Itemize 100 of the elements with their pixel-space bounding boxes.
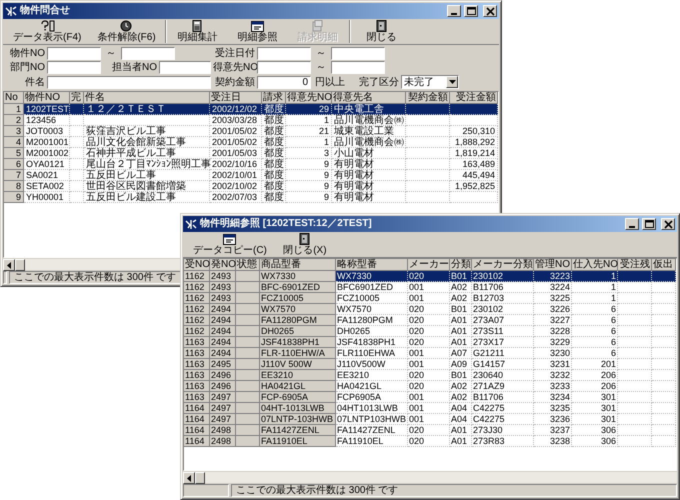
- column-header[interactable]: 発NO: [210, 259, 236, 271]
- table-row[interactable]: 1163 2496 EE3210 EE3210 020 B01 230640 3232 206: [184, 370, 676, 381]
- column-header[interactable]: 分類: [450, 259, 472, 271]
- toolbar-button[interactable]: 閉じる(X): [276, 233, 333, 256]
- table-cell: WX7330: [260, 271, 336, 282]
- column-header[interactable]: No: [4, 92, 24, 104]
- toolbar-button[interactable]: 明細参照: [230, 20, 286, 43]
- maximize-button[interactable]: [642, 218, 656, 230]
- table-cell: 1163: [184, 381, 210, 392]
- table-row[interactable]: 1 1202TEST １２／２ＴＥＳＴ 2002/12/02 都度 29 中央電工舎: [4, 104, 498, 115]
- table-row[interactable]: 1163 2495 J110V 500W J110V500W 001 A09 G14157 3231 201: [184, 359, 676, 370]
- table-cell: BFC-6901ZED: [260, 282, 336, 293]
- scroll-left-button[interactable]: [3, 259, 15, 271]
- status-dropdown[interactable]: 未完了: [401, 75, 459, 89]
- row-number[interactable]: 4: [4, 137, 24, 148]
- close-button[interactable]: [661, 218, 675, 230]
- left-arrow-icon: [7, 262, 11, 268]
- table-cell: 有明電材: [332, 192, 406, 203]
- toolbar-button[interactable]: データ表示(F4): [7, 20, 88, 43]
- toolbar-button[interactable]: 条件解除(F6): [91, 20, 162, 43]
- row-number[interactable]: 1: [4, 104, 24, 115]
- column-header[interactable]: メーカー: [408, 259, 450, 271]
- input-field[interactable]: [47, 76, 211, 88]
- table-cell: WX7570: [260, 304, 336, 315]
- table-row[interactable]: 1164 2497 07LNTP-103HWB 07LNTP103HWB 001 A04 C42275 3236 301: [184, 414, 676, 425]
- column-header[interactable]: メーカー分類: [472, 259, 534, 271]
- table-row[interactable]: 1162 2494 WX7570 WX7570 020 B01 230102 3226 6: [184, 304, 676, 315]
- input-field[interactable]: [257, 61, 311, 74]
- row-number[interactable]: 7: [4, 170, 24, 181]
- table-row[interactable]: 1163 2494 JSF41838PH1 JSF41838PH1 020 A01 273X17 3229 6: [184, 337, 676, 348]
- table-row[interactable]: 9 YH00001 五反田ビル建設工事 2002/07/03 都度 9 有明電材: [4, 192, 498, 203]
- column-header[interactable]: 得意先名: [332, 92, 406, 104]
- table-row[interactable]: 1164 2497 04HT-1013LWB 04HT1013LWB 001 A04 C42275 3235 301: [184, 403, 676, 414]
- field-label: 完了区分: [359, 76, 400, 88]
- column-header[interactable]: 状態: [236, 259, 260, 271]
- horizontal-scrollbar[interactable]: [183, 471, 677, 483]
- column-header[interactable]: 件名: [84, 92, 210, 104]
- row-number[interactable]: 8: [4, 181, 24, 192]
- table-cell: 1162: [184, 282, 210, 293]
- row-number[interactable]: 5: [4, 148, 24, 159]
- input-field[interactable]: [331, 47, 385, 60]
- table-row[interactable]: 1164 2498 FA11427ZENL FA11427ZENL 020 A01 273J30 3237 306: [184, 425, 676, 436]
- table-row[interactable]: 6 OYA0121 尾山台２丁目ﾏﾝｼｮﾝ照明工事 2002/10/16 都度 9 有明電材 163,489: [4, 159, 498, 170]
- table-cell: HA0421GL: [260, 381, 336, 392]
- minimize-button[interactable]: [447, 5, 461, 17]
- column-header[interactable]: 請求: [262, 92, 286, 104]
- column-header[interactable]: 仮出: [652, 259, 676, 271]
- table-row[interactable]: 3 JOT0003 荻窪吉沢ビル工事 2001/05/02 都度 21 城東電設工業 250,310: [4, 126, 498, 137]
- toolbar-button[interactable]: データコピー(C): [187, 233, 273, 256]
- table-cell: 1164: [184, 425, 210, 436]
- table-row[interactable]: 1162 2493 BFC-6901ZED BFC6901ZED 001 A02 B11706 3224 1: [184, 282, 676, 293]
- table-row[interactable]: 1163 2496 HA0421GL HA0421GL 020 A02 271AZ9 3233 206: [184, 381, 676, 392]
- column-header[interactable]: 契約金額: [406, 92, 450, 104]
- table-row[interactable]: 2 123456 2003/03/28 都度 1 品川電機商会㈱: [4, 115, 498, 126]
- status-panel: [3, 271, 7, 284]
- minimize-icon: [451, 13, 457, 15]
- column-header[interactable]: 得意先NO: [286, 92, 332, 104]
- input-field[interactable]: [47, 47, 101, 60]
- column-header[interactable]: 仕入先NO: [572, 259, 618, 271]
- scroll-thumb[interactable]: [15, 259, 25, 271]
- table-row[interactable]: 1163 2497 FCP-6905A FCP6905A 001 A02 B11706 3234 301: [184, 392, 676, 403]
- table-row[interactable]: 1164 2498 FA11910EL FA11910EL 020 A01 273R83 3238 306: [184, 436, 676, 447]
- table-cell: 1162: [184, 293, 210, 304]
- row-number[interactable]: 3: [4, 126, 24, 137]
- row-number[interactable]: 2: [4, 115, 24, 126]
- table-row[interactable]: 1162 2493 WX7330 WX7330 020 B01 230102 3223 1: [184, 271, 676, 282]
- input-field[interactable]: 0: [257, 76, 311, 88]
- minimize-button[interactable]: [625, 218, 639, 230]
- scroll-thumb[interactable]: [195, 472, 205, 484]
- close-button[interactable]: [483, 5, 497, 17]
- table-cell: 1164: [184, 403, 210, 414]
- table-row[interactable]: 4 M2001001 品川文化会館新築工事 2001/05/02 都度 1 品川電機商会㈱ 1,888,292: [4, 137, 498, 148]
- scroll-left-button[interactable]: [183, 472, 195, 484]
- maximize-button[interactable]: [464, 5, 478, 17]
- table-cell: 2493: [210, 282, 236, 293]
- table-cell: 9: [286, 192, 332, 203]
- toolbar-button[interactable]: 明細集計: [170, 20, 226, 43]
- toolbar-button[interactable]: 閉じる: [354, 20, 410, 43]
- column-header[interactable]: 物件NO: [24, 92, 70, 104]
- table-row[interactable]: 8 SETA002 世田谷区民図書館増築 2002/10/02 都度 9 有明電材 1,952,825: [4, 181, 498, 192]
- window-title: 物件明細参照 [1202TEST:12／2TEST]: [200, 218, 373, 230]
- document-view-icon: [250, 20, 266, 32]
- input-field[interactable]: [331, 61, 385, 74]
- table-row[interactable]: 7 SA0021 五反田ビル工事 2002/10/01 都度 9 有明電材 445,494: [4, 170, 498, 181]
- input-field[interactable]: [257, 47, 311, 60]
- table-row[interactable]: 1162 2494 DH0265 DH0265 020 A01 273S11 3228 6: [184, 326, 676, 337]
- row-number[interactable]: 9: [4, 192, 24, 203]
- table-cell: FA11280PGM: [260, 315, 336, 326]
- column-header[interactable]: 管理NO: [534, 259, 572, 271]
- column-header[interactable]: 受NO: [184, 259, 210, 271]
- table-row[interactable]: 5 M2001002 石神井平成ビル工事 2001/05/03 都度 3 小山電材 1,819,214: [4, 148, 498, 159]
- column-header[interactable]: 略称型番: [336, 259, 408, 271]
- table-row[interactable]: 1162 2493 FCZ10005 FCZ10005 001 A02 B12703 3225 1: [184, 293, 676, 304]
- input-field[interactable]: [121, 47, 175, 60]
- table-row[interactable]: 1162 2494 FA11280PGM FA11280PGM 020 A01 273A07 3227 6: [184, 315, 676, 326]
- input-field[interactable]: [159, 61, 211, 74]
- table-cell: 1163: [184, 359, 210, 370]
- row-number[interactable]: 6: [4, 159, 24, 170]
- input-field[interactable]: [47, 61, 101, 74]
- table-row[interactable]: 1163 2494 FLR-110EHW/A FLR110EHWA 001 A07 G21211 3230 6: [184, 348, 676, 359]
